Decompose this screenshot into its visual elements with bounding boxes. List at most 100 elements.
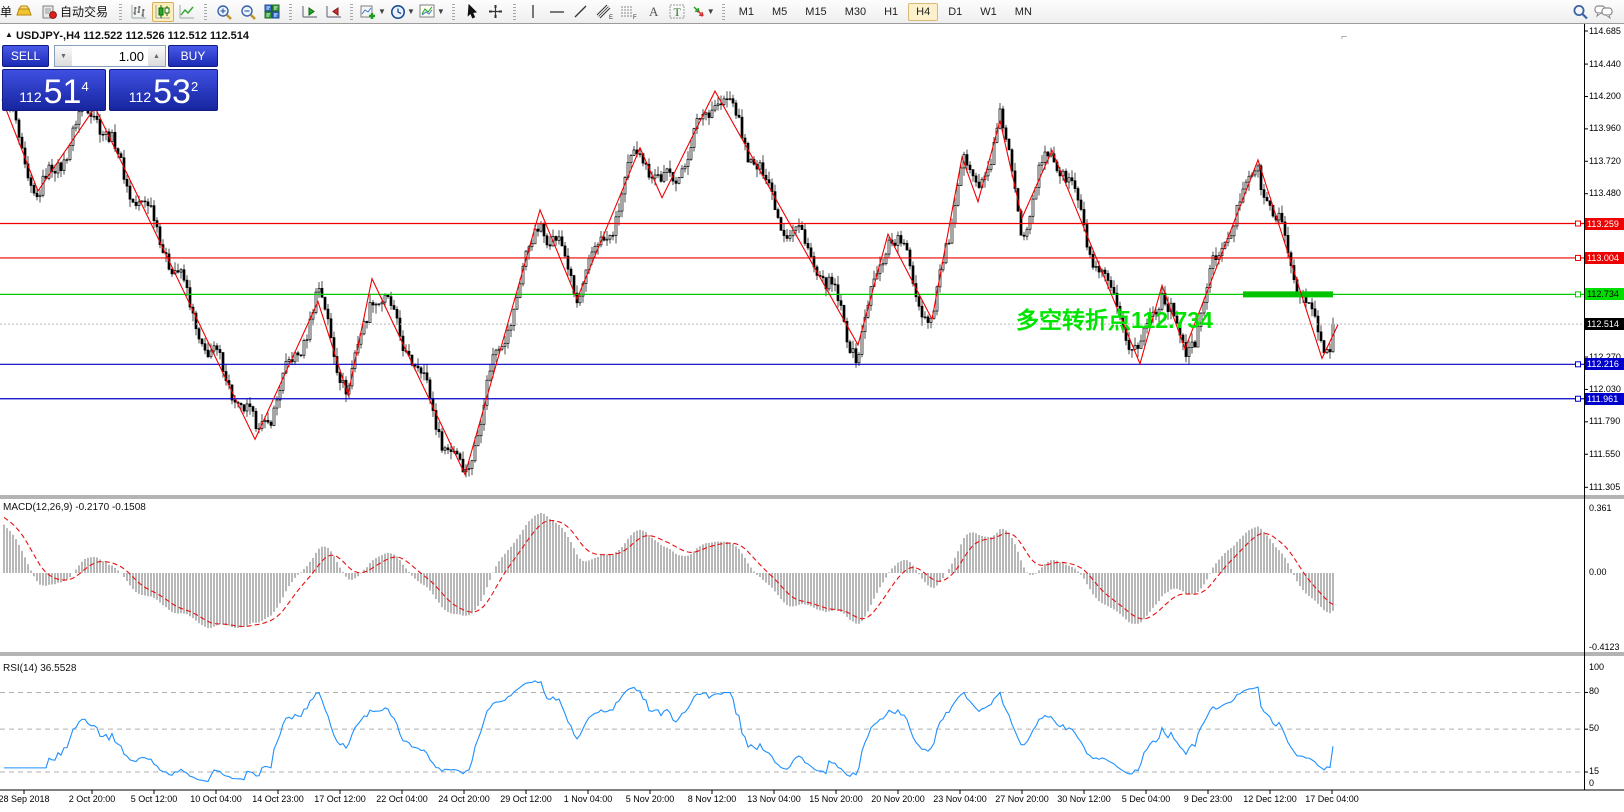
rsi-axis-label: 100 bbox=[1589, 662, 1605, 672]
arrows-tool-button[interactable]: ▼ bbox=[690, 2, 716, 22]
timeframe-M30[interactable]: M30 bbox=[837, 3, 874, 21]
svg-text:F: F bbox=[633, 15, 637, 20]
chart-title: ▲ USDJPY-,H4 112.522 112.526 112.512 112… bbox=[5, 30, 249, 42]
chevron-down-icon: ▼ bbox=[378, 6, 386, 16]
text-tool-icon[interactable]: A bbox=[642, 2, 664, 22]
chevron-down-icon: ▼ bbox=[706, 6, 715, 16]
autotrading-icon bbox=[42, 5, 57, 19]
price-tick-label: 113.720 bbox=[1589, 155, 1621, 166]
time-axis-label: 30 Nov 12:00 bbox=[1057, 794, 1111, 804]
timeframe-H1[interactable]: H1 bbox=[876, 3, 906, 21]
time-axis-label: 5 Dec 04:00 bbox=[1121, 794, 1171, 804]
equidistant-channel-tool-icon[interactable]: E bbox=[594, 2, 616, 22]
macd-label: MACD(12,26,9) -0.2170 -0.1508 bbox=[3, 502, 146, 513]
vertical-line-tool-icon[interactable] bbox=[522, 2, 544, 22]
symbol-period-label: USDJPY-,H4 bbox=[15, 30, 81, 42]
price-tick-label: 113.960 bbox=[1589, 123, 1621, 134]
tile-windows-icon[interactable] bbox=[261, 2, 283, 22]
timeframe-H4[interactable]: H4 bbox=[908, 2, 939, 21]
chevron-down-icon: ▼ bbox=[436, 6, 445, 16]
cursor-icon[interactable] bbox=[461, 2, 483, 22]
buy-button[interactable]: BUY bbox=[168, 45, 218, 67]
templates-button[interactable]: ▼ bbox=[418, 2, 446, 22]
price-line-badge: 112.734 bbox=[1585, 288, 1624, 301]
ohlc-values: 112.522 112.526 112.512 112.514 bbox=[83, 30, 250, 42]
sell-button[interactable]: SELL bbox=[2, 45, 49, 67]
text-label-tool-icon[interactable]: T bbox=[666, 2, 688, 22]
time-axis-label: 8 Nov 12:00 bbox=[687, 794, 737, 804]
candlestick-chart-icon[interactable] bbox=[152, 1, 175, 22]
separator bbox=[721, 3, 725, 20]
time-axis-label: 14 Oct 23:00 bbox=[252, 794, 304, 804]
search-icon[interactable] bbox=[1569, 2, 1591, 22]
price-line-badge: 112.216 bbox=[1585, 358, 1624, 371]
timeframe-M1[interactable]: M1 bbox=[731, 3, 762, 21]
timeframe-D1[interactable]: D1 bbox=[940, 3, 970, 21]
chevron-down-icon: ▼ bbox=[406, 6, 415, 16]
zoom-in-icon[interactable] bbox=[213, 2, 235, 22]
timeframe-M15[interactable]: M15 bbox=[797, 3, 834, 21]
time-axis-label: 20 Nov 20:00 bbox=[871, 794, 925, 804]
separator bbox=[289, 3, 293, 20]
time-axis-label: 2 Oct 20:00 bbox=[68, 794, 116, 804]
time-axis-label: 12 Dec 12:00 bbox=[1243, 794, 1297, 804]
template-icon bbox=[419, 4, 435, 18]
periods-button[interactable]: ▼ bbox=[389, 2, 416, 22]
price-line-badge: 112.514 bbox=[1585, 318, 1624, 331]
buy-price[interactable]: 112 53 2 bbox=[109, 69, 218, 111]
rsi-axis-label: 80 bbox=[1589, 686, 1600, 697]
timeframe-W1[interactable]: W1 bbox=[972, 3, 1005, 21]
time-axis-label: 24 Oct 20:00 bbox=[438, 794, 490, 804]
price-line-badge: 111.961 bbox=[1585, 392, 1624, 405]
autotrading-button[interactable]: 自动交易 bbox=[37, 2, 113, 22]
separator bbox=[512, 3, 516, 20]
time-axis-label: 1 Nov 04:00 bbox=[563, 794, 613, 804]
buy-price-pip: 2 bbox=[190, 79, 199, 94]
macd-axis-label: 0.361 bbox=[1589, 502, 1612, 513]
time-axis-label: 23 Nov 04:00 bbox=[933, 794, 987, 804]
time-axis-label: 15 Nov 20:00 bbox=[809, 794, 863, 804]
zoom-out-icon[interactable] bbox=[237, 2, 259, 22]
time-axis-label: 5 Oct 12:00 bbox=[130, 794, 178, 804]
pivot-annotation: 多空转折点112.734 bbox=[1016, 307, 1213, 333]
collapse-arrow-icon[interactable]: ▲ bbox=[5, 30, 13, 39]
price-tick-label: 113.480 bbox=[1589, 188, 1621, 199]
bar-chart-icon[interactable] bbox=[128, 2, 150, 22]
rsi-axis-label: 0 bbox=[1589, 778, 1595, 788]
line-chart-icon[interactable] bbox=[176, 2, 198, 22]
sell-price-pip: 4 bbox=[81, 79, 89, 94]
crosshair-icon[interactable] bbox=[485, 2, 507, 22]
chat-icon[interactable] bbox=[1593, 2, 1615, 22]
indicators-button[interactable]: ▼ bbox=[359, 2, 387, 22]
sell-price[interactable]: 112 51 4 bbox=[2, 69, 106, 111]
arrows-tool-icon bbox=[693, 6, 704, 17]
chart-canvas[interactable] bbox=[0, 0, 1624, 812]
timeframe-MN[interactable]: MN bbox=[1007, 3, 1040, 21]
new-order-icon[interactable] bbox=[13, 2, 35, 22]
separator bbox=[350, 3, 354, 20]
time-axis-label: 17 Oct 12:00 bbox=[314, 794, 366, 804]
timeframe-M5[interactable]: M5 bbox=[764, 3, 795, 21]
svg-text:T: T bbox=[673, 5, 681, 19]
chart-shift-icon[interactable] bbox=[322, 2, 344, 22]
rsi-label: RSI(14) 36.5528 bbox=[3, 663, 77, 674]
volume-value[interactable]: 1.00 bbox=[72, 49, 148, 64]
volume-increase-button[interactable]: ▲ bbox=[148, 46, 165, 66]
time-axis-label: 29 Oct 12:00 bbox=[500, 794, 552, 804]
time-axis-label: 5 Nov 20:00 bbox=[625, 794, 675, 804]
volume-decrease-button[interactable]: ▼ bbox=[55, 46, 72, 66]
price-tick-label: 114.200 bbox=[1589, 90, 1621, 101]
auto-scroll-icon[interactable] bbox=[298, 2, 320, 22]
horizontal-line-tool-icon[interactable] bbox=[546, 2, 568, 22]
time-axis-label: 17 Dec 04:00 bbox=[1305, 794, 1359, 804]
price-tick-label: 111.305 bbox=[1589, 481, 1621, 492]
macd-axis-label: 0.00 bbox=[1589, 567, 1607, 577]
fibonacci-tool-icon[interactable]: F bbox=[618, 2, 640, 22]
chart-shift-marker[interactable]: ⌐ bbox=[1341, 31, 1347, 43]
price-tick-label: 111.790 bbox=[1589, 416, 1621, 427]
price-tick-label: 111.550 bbox=[1589, 448, 1621, 459]
new-order-label[interactable]: 单 bbox=[0, 3, 12, 20]
volume-spinner: ▼ 1.00 ▲ bbox=[54, 45, 166, 67]
trendline-tool-icon[interactable] bbox=[570, 2, 592, 22]
time-axis-label: 9 Dec 23:00 bbox=[1183, 794, 1233, 804]
